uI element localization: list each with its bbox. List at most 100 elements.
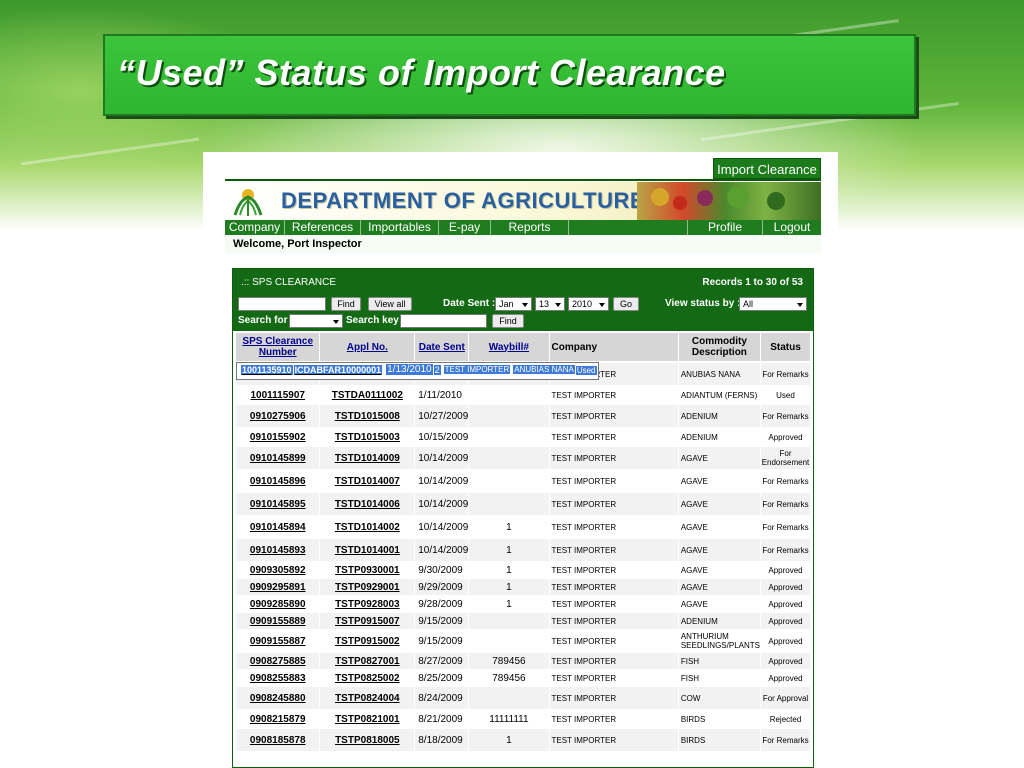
table-row[interactable]: 1001115907 TSTDA0111002 1/11/2010 TEST IMPO… xyxy=(236,386,810,404)
table-row[interactable]: 0910145896 TSTD1014007 10/14/2009 TEST IMPO… xyxy=(236,470,810,492)
sps-number-link[interactable]: 0908215879 xyxy=(236,710,320,728)
table-row[interactable]: 1001135910 ICDABFAR10000001 1/13/2010 2 TEST… xyxy=(236,362,599,380)
sps-number-link[interactable]: 1001135910 xyxy=(241,364,293,376)
table-row[interactable]: 0910155902 TSTD1015003 10/15/2009 TEST IMPO… xyxy=(236,428,810,446)
appl-no-link[interactable]: ICDABFAR10000001 xyxy=(293,364,383,376)
status-cell: For Remarks xyxy=(760,729,810,751)
sps-number-link[interactable]: 0909295891 xyxy=(236,579,320,595)
appl-no-link[interactable]: TSTD1014006 xyxy=(320,493,415,515)
waybill-cell: 789456 xyxy=(469,653,549,669)
table-row[interactable]: 0908185878 TSTP0818005 8/18/2009 1 TEST IMPO… xyxy=(236,729,810,751)
import-clearance-tab[interactable]: Import Clearance xyxy=(713,158,821,179)
commodity-cell: ADENIUM xyxy=(678,428,760,446)
sps-number-link[interactable]: 0910145899 xyxy=(236,447,320,469)
col-sps-number[interactable]: SPS Clearance Number xyxy=(236,333,320,361)
table-row[interactable]: 0909155887 TSTP0915002 9/15/2009 TEST IMPOR… xyxy=(236,630,810,652)
table-row[interactable]: 0909285890 TSTP0928003 9/28/2009 1 TEST IMPO… xyxy=(236,596,810,612)
sps-number-link[interactable]: 0909155887 xyxy=(236,630,320,652)
welcome-message: Welcome, Port Inspector xyxy=(225,235,821,253)
view-all-button[interactable]: View all xyxy=(368,297,412,311)
search-for-select[interactable] xyxy=(289,314,343,328)
search-key-input[interactable] xyxy=(400,314,487,328)
table-row[interactable]: 0908275885 TSTP0827001 8/27/2009 789456 TEST… xyxy=(236,653,810,669)
chevron-down-icon xyxy=(797,303,803,307)
status-cell: For Endorsement xyxy=(760,447,810,469)
appl-no-link[interactable]: TSTP0825002 xyxy=(320,670,415,686)
status-select[interactable]: All xyxy=(739,297,807,311)
sps-clearance-panel: .:: SPS CLEARANCE Records 1 to 30 of 53 … xyxy=(232,268,814,768)
table-row[interactable]: 0909305892 TSTP0930001 9/30/2009 1 TEST IMPO… xyxy=(236,562,810,578)
nav-importables[interactable]: Importables xyxy=(361,220,439,235)
table-row[interactable]: 0910145895 TSTD1014006 10/14/2009 TEST IMPO… xyxy=(236,493,810,515)
sps-number-link[interactable]: 0909305892 xyxy=(236,562,320,578)
appl-no-link[interactable]: TSTP0915007 xyxy=(320,613,415,629)
table-row[interactable]: 0910275906 TSTD1015008 10/27/2009 TEST IMPO… xyxy=(236,405,810,427)
commodity-cell: BIRDS xyxy=(678,729,760,751)
date-sent-label: Date Sent : xyxy=(443,298,496,309)
sps-number-link[interactable]: 0910275906 xyxy=(236,405,320,427)
appl-no-link[interactable]: TSTP0821001 xyxy=(320,710,415,728)
main-navbar: Company References Importables E-pay Rep… xyxy=(225,220,821,235)
appl-no-link[interactable]: TSTP0824004 xyxy=(320,687,415,709)
waybill-cell xyxy=(469,447,549,469)
appl-no-link[interactable]: TSTDA0111002 xyxy=(320,386,415,404)
appl-no-link[interactable]: TSTP0928003 xyxy=(320,596,415,612)
sps-number-link[interactable]: 0909155889 xyxy=(236,613,320,629)
company-cell: TEST IMPORTER xyxy=(441,364,511,376)
sps-number-link[interactable]: 1001115907 xyxy=(236,386,320,404)
sps-number-link[interactable]: 0910145894 xyxy=(236,516,320,538)
find-button[interactable]: Find xyxy=(331,297,361,311)
appl-no-link[interactable]: TSTP0827001 xyxy=(320,653,415,669)
col-date-sent[interactable]: Date Sent xyxy=(415,333,469,361)
sps-number-link[interactable]: 0910145896 xyxy=(236,470,320,492)
sps-number-link[interactable]: 0910155902 xyxy=(236,428,320,446)
sps-number-link[interactable]: 0908245880 xyxy=(236,687,320,709)
year-select[interactable]: 2010 xyxy=(568,297,609,311)
table-row[interactable]: 0910145893 TSTD1014001 10/14/2009 1 TEST IMP… xyxy=(236,539,810,561)
status-cell: For Remarks xyxy=(760,470,810,492)
col-appl-no[interactable]: Appl No. xyxy=(320,333,415,361)
nav-company[interactable]: Company xyxy=(225,220,285,235)
find-input[interactable] xyxy=(238,297,326,311)
appl-no-link[interactable]: TSTP0818005 xyxy=(320,729,415,751)
clearance-table: SPS Clearance Number Appl No. Date Sent … xyxy=(235,332,811,752)
nav-references[interactable]: References xyxy=(285,220,361,235)
month-select[interactable]: Jan xyxy=(495,297,532,311)
appl-no-link[interactable]: TSTP0929001 xyxy=(320,579,415,595)
sps-number-link[interactable]: 0908275885 xyxy=(236,653,320,669)
company-cell: TEST IMPORTER xyxy=(549,596,678,612)
go-button[interactable]: Go xyxy=(613,297,639,311)
commodity-cell: FISH xyxy=(678,670,760,686)
table-row[interactable]: 0909155889 TSTP0915007 9/15/2009 TEST IMPOR… xyxy=(236,613,810,629)
appl-no-link[interactable]: TSTD1014001 xyxy=(320,539,415,561)
nav-reports[interactable]: Reports xyxy=(491,220,569,235)
date-sent-cell: 10/14/2009 xyxy=(415,516,469,538)
day-select[interactable]: 13 xyxy=(535,297,565,311)
table-row[interactable]: 0908245880 TSTP0824004 8/24/2009 TEST IMPOR… xyxy=(236,687,810,709)
appl-no-link[interactable]: TSTD1015008 xyxy=(320,405,415,427)
appl-no-link[interactable]: TSTD1014007 xyxy=(320,470,415,492)
nav-logout[interactable]: Logout xyxy=(763,220,821,235)
table-row[interactable]: 0908215879 TSTP0821001 8/21/2009 11111111 TE… xyxy=(236,710,810,728)
sps-number-link[interactable]: 0910145895 xyxy=(236,493,320,515)
table-row[interactable]: 0910145894 TSTD1014002 10/14/2009 1 TEST IMP… xyxy=(236,516,810,538)
sps-number-link[interactable]: 0908185878 xyxy=(236,729,320,751)
table-row[interactable]: 0909295891 TSTP0929001 9/29/2009 1 TEST IMPO… xyxy=(236,579,810,595)
table-row[interactable]: 0908255883 TSTP0825002 8/25/2009 789456 TEST… xyxy=(236,670,810,686)
appl-no-link[interactable]: TSTD1014002 xyxy=(320,516,415,538)
appl-no-link[interactable]: TSTD1014009 xyxy=(320,447,415,469)
sps-number-link[interactable]: 0909285890 xyxy=(236,596,320,612)
commodity-cell: AGAVE xyxy=(678,493,760,515)
sps-number-link[interactable]: 0910145893 xyxy=(236,539,320,561)
nav-epay[interactable]: E-pay xyxy=(439,220,491,235)
table-row[interactable]: 0910145899 TSTD1014009 10/14/2009 TEST IMPO… xyxy=(236,447,810,469)
col-waybill[interactable]: Waybill# xyxy=(469,333,549,361)
appl-no-link[interactable]: TSTD1015003 xyxy=(320,428,415,446)
commodity-cell: ADENIUM xyxy=(678,613,760,629)
find-key-button[interactable]: Find xyxy=(492,314,524,328)
appl-no-link[interactable]: TSTP0930001 xyxy=(320,562,415,578)
appl-no-link[interactable]: TSTP0915002 xyxy=(320,630,415,652)
sps-number-link[interactable]: 0908255883 xyxy=(236,670,320,686)
nav-profile[interactable]: Profile xyxy=(687,220,763,235)
table-body: 1001135910 ICDABFAR10000001 1/13/2010 2 TEST… xyxy=(236,362,810,751)
